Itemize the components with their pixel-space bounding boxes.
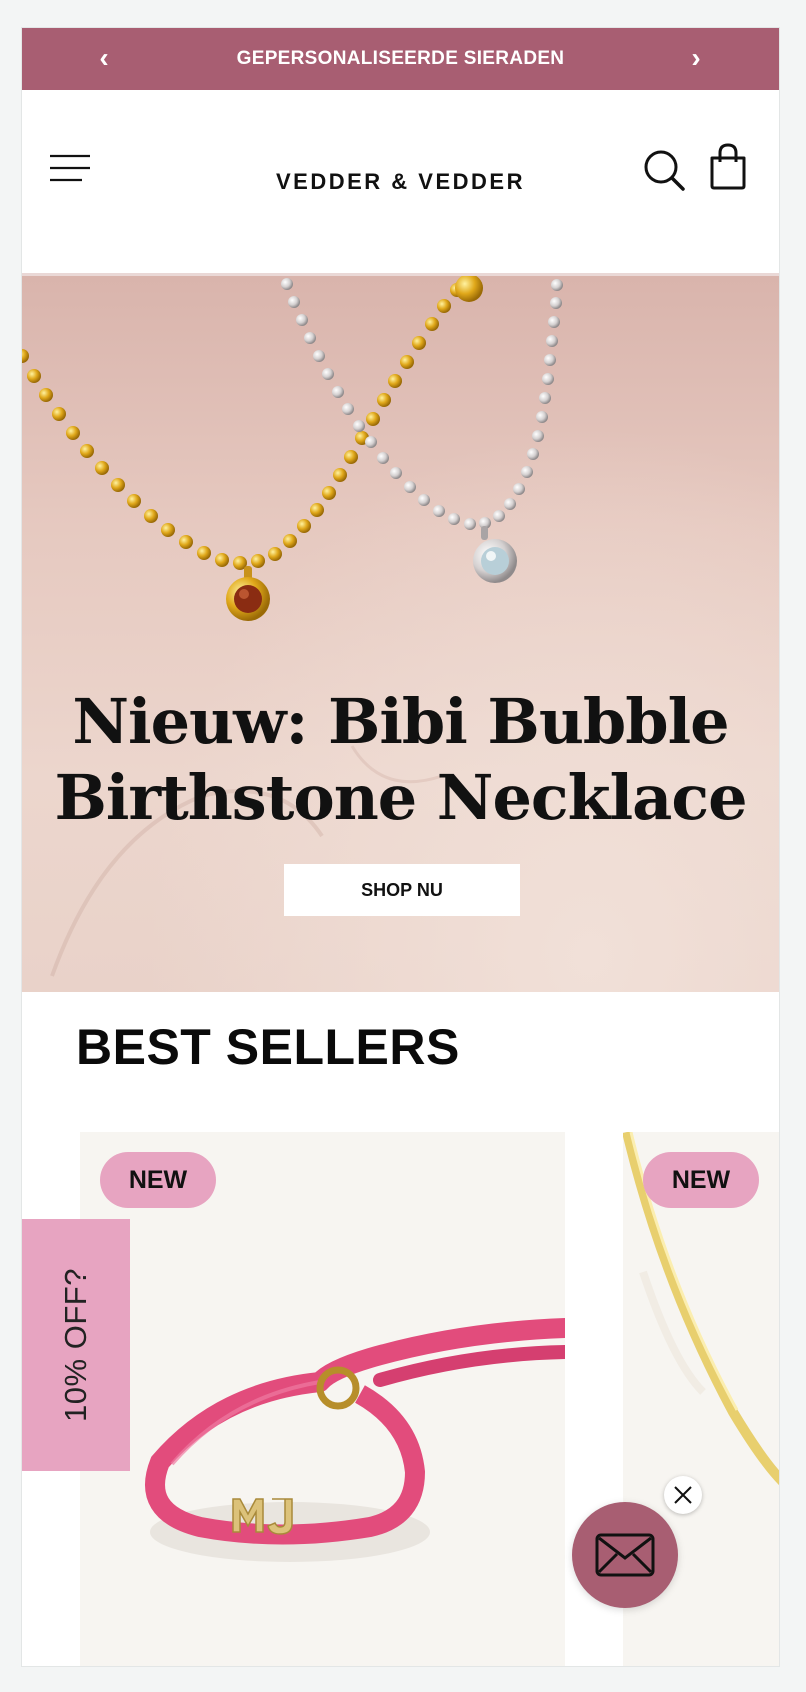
product-image-bracelet [145,1318,565,1562]
shop-now-button[interactable]: SHOP NU [284,864,520,916]
announcement-bar: ‹ GEPERSONALISEERDE SIERADEN › [22,28,779,90]
announcement-prev-button[interactable]: ‹ [74,28,134,90]
site-header: VEDDER & VEDDER [22,90,779,276]
new-badge: NEW [100,1152,216,1208]
announcement-next-button[interactable]: › [666,28,726,90]
hero-banner[interactable]: Nieuw: Bibi Bubble Birthstone Necklace S… [22,276,779,992]
discount-tab-label: 10% OFF? [58,1268,93,1422]
hero-title-line-1: Nieuw: Bibi Bubble [72,685,729,758]
hero-title-line-2: Birthstone Necklace [54,761,747,834]
page-frame: ‹ GEPERSONALISEERDE SIERADEN › VEDDER & … [22,28,779,1666]
search-icon[interactable] [642,148,686,192]
new-badge: NEW [643,1152,759,1208]
product-card[interactable]: NEW [80,1132,565,1666]
site-logo[interactable]: VEDDER & VEDDER [202,90,599,274]
shopping-bag-icon[interactable] [708,142,748,190]
hamburger-menu-icon[interactable] [48,150,92,186]
discount-tab[interactable]: 10% OFF? [22,1219,130,1471]
newsletter-button[interactable] [572,1502,678,1608]
announcement-text[interactable]: GEPERSONALISEERDE SIERADEN [132,28,669,90]
hero-title: Nieuw: Bibi Bubble Birthstone Necklace [22,684,779,836]
best-sellers-title: BEST SELLERS [76,1019,460,1075]
envelope-icon [595,1533,655,1577]
